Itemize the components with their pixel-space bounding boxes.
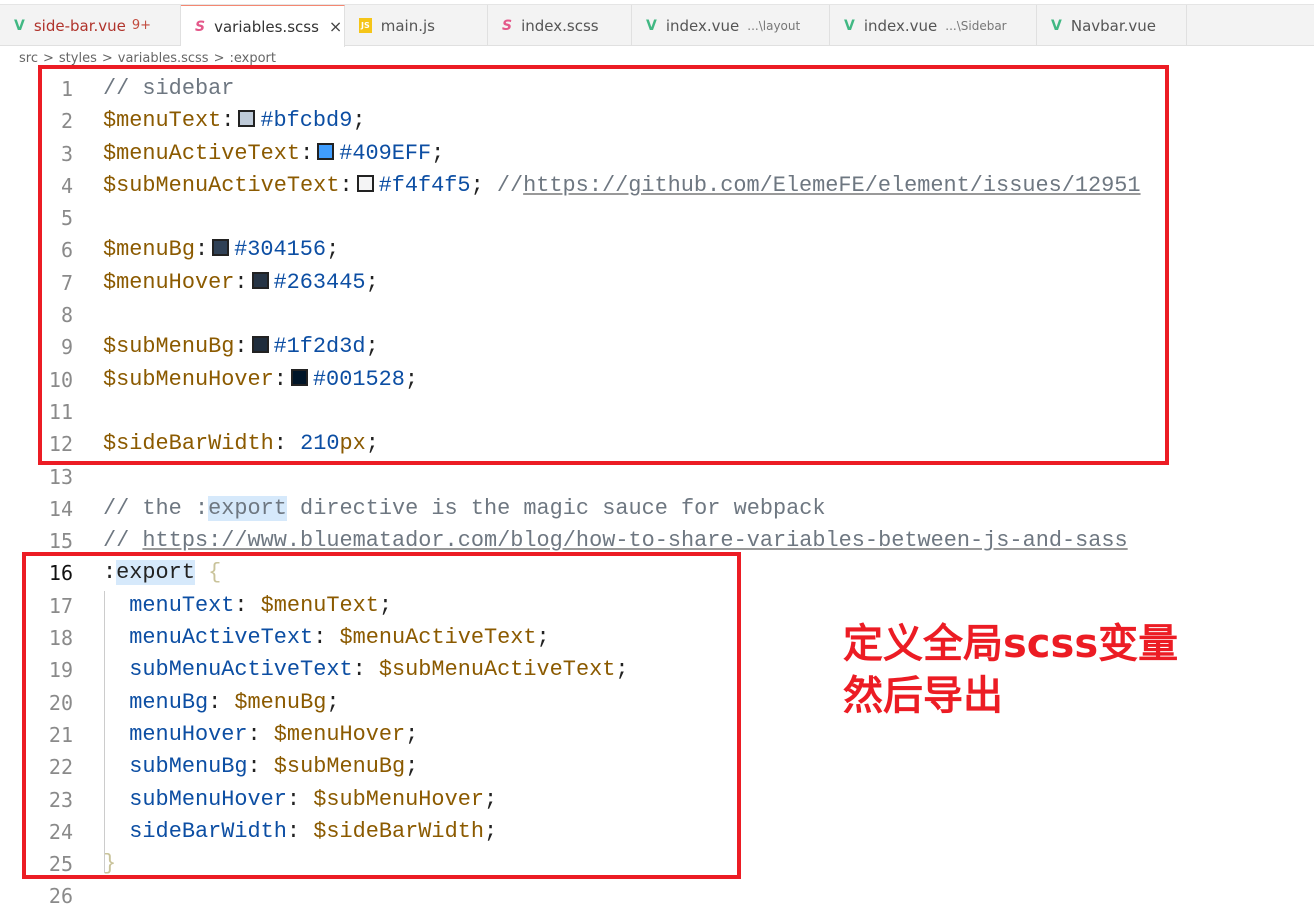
tab-index-vue[interactable]: Vindex.vue ...\Sidebar xyxy=(830,5,1037,46)
tab-index-vue[interactable]: Vindex.vue ...\layout xyxy=(632,5,830,46)
annotation-box-variables xyxy=(38,65,1169,465)
code-line: 26 xyxy=(0,880,1314,912)
tab-side-bar-vue[interactable]: Vside-bar.vue 9+ xyxy=(0,5,181,46)
annotation-line-2: 然后导出 xyxy=(843,673,1003,719)
sass-file-icon: S xyxy=(195,18,206,35)
tab-label: Navbar.vue xyxy=(1070,16,1157,35)
sass-file-icon: S xyxy=(502,17,513,34)
tab-label: variables.scss xyxy=(214,17,319,36)
problem-badge: 9+ xyxy=(131,18,152,33)
vue-file-icon: V xyxy=(646,17,657,34)
code-token: // xyxy=(103,528,143,554)
breadcrumb-item[interactable]: src xyxy=(19,51,38,67)
tab-path: ...\layout xyxy=(747,18,801,33)
js-file-icon: JS xyxy=(359,18,372,33)
tab-Navbar-vue[interactable]: V Navbar.vue xyxy=(1037,5,1187,46)
annotation-box-export xyxy=(22,552,741,879)
tab-label: index.scss xyxy=(521,16,599,35)
tab-variables-scss[interactable]: Svariables.scss × xyxy=(181,5,345,47)
tab-label: main.js xyxy=(380,16,435,35)
line-number: 14 xyxy=(48,496,73,521)
code-token: // the : xyxy=(103,495,209,521)
annotation-line-1: 定义全局scss变量 xyxy=(843,621,1179,667)
line-number: 13 xyxy=(48,464,73,489)
vue-file-icon: V xyxy=(1051,17,1062,34)
vue-file-icon: V xyxy=(844,17,855,34)
annotation-note: 定义全局scss变量 然后导出 xyxy=(843,618,1178,722)
line-content: // the :export directive is the magic sa… xyxy=(103,493,826,525)
tab-label: index.vue xyxy=(863,16,938,35)
code-line: 13 xyxy=(0,461,1314,493)
close-icon[interactable]: × xyxy=(329,17,342,36)
code-token: directive is the magic sauce for webpack xyxy=(286,495,826,521)
code-line: 14 // the :export directive is the magic … xyxy=(0,493,1314,525)
line-number: 26 xyxy=(48,884,73,909)
tab-index-scss[interactable]: Sindex.scss xyxy=(488,5,632,46)
tab-path: ...\Sidebar xyxy=(945,18,1007,33)
tab-main-js[interactable]: JS main.js xyxy=(345,5,488,46)
tab-label: side-bar.vue xyxy=(33,16,126,35)
editor-tabs: Vside-bar.vue 9+ Svariables.scss × JS main.js… xyxy=(0,4,1314,47)
code-token: export xyxy=(208,495,287,521)
code-link[interactable]: https://www.bluematador.com/blog/how-to-… xyxy=(142,528,1127,553)
tab-label: index.vue xyxy=(665,16,740,35)
vue-file-icon: V xyxy=(14,17,25,34)
